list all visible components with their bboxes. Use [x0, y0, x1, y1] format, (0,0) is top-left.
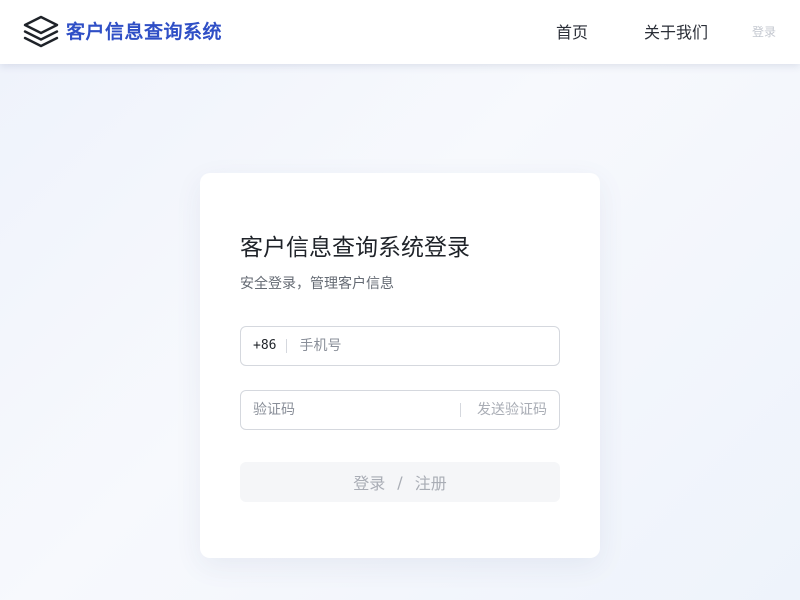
header-login-link[interactable]: 登录	[752, 24, 776, 40]
stacked-layers-icon	[23, 15, 59, 48]
nav-item-home[interactable]: 首页	[556, 22, 588, 44]
send-code-button[interactable]: 发送验证码	[477, 401, 547, 419]
login-label: 登录	[353, 474, 386, 493]
verification-code-input[interactable]	[253, 391, 460, 429]
login-card: 客户信息查询系统登录 安全登录，管理客户信息 +86 发送验证码 登录 / 注册	[200, 173, 600, 558]
top-header: 客户信息查询系统 首页 关于我们 登录	[0, 0, 800, 64]
login-subtitle: 安全登录，管理客户信息	[240, 276, 394, 292]
verification-code-field: 发送验证码	[240, 390, 560, 430]
phone-input[interactable]	[299, 327, 559, 365]
login-register-button[interactable]: 登录 / 注册	[240, 462, 560, 502]
login-title: 客户信息查询系统登录	[240, 235, 470, 261]
button-separator: /	[397, 472, 403, 492]
register-label: 注册	[414, 474, 447, 493]
brand-title[interactable]: 客户信息查询系统	[66, 19, 222, 45]
phone-field: +86	[240, 326, 560, 366]
code-divider	[460, 403, 461, 417]
nav-item-about[interactable]: 关于我们	[644, 22, 708, 44]
country-code-selector[interactable]: +86	[253, 337, 276, 355]
phone-divider	[286, 339, 288, 353]
